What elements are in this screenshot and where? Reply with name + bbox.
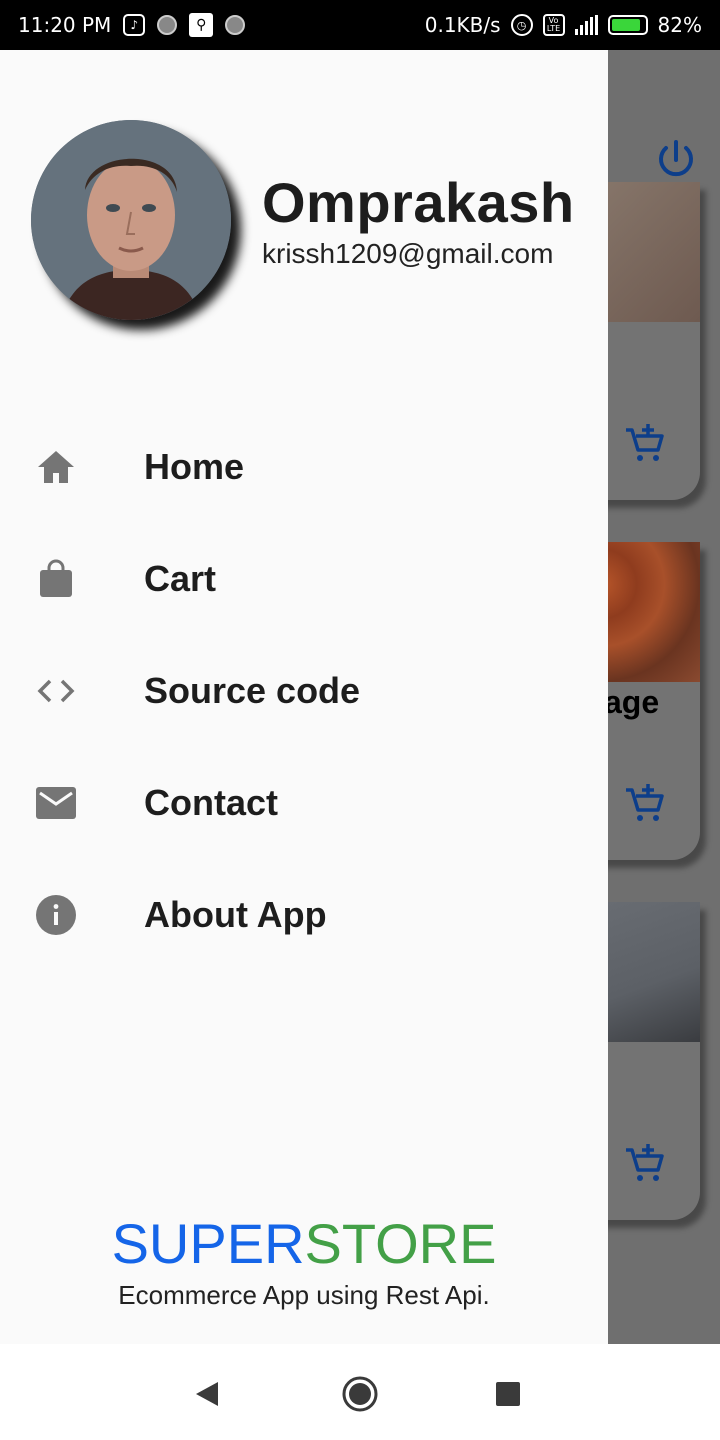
status-time: 11:20 PM — [18, 13, 112, 37]
volte-icon: Vo LTE — [542, 14, 565, 36]
network-speed: 0.1KB/s — [424, 13, 501, 37]
add-to-cart-icon[interactable] — [624, 1142, 666, 1184]
brand-logo: SUPERSTORE — [0, 1212, 608, 1276]
brand-part-2: STORE — [304, 1212, 497, 1275]
menu-item-label: Home — [144, 446, 245, 487]
user-name: Omprakash — [262, 171, 575, 234]
notification-dot-icon — [157, 15, 178, 35]
menu-item-home[interactable]: Home — [0, 417, 608, 517]
code-icon — [37, 679, 75, 703]
power-icon[interactable] — [654, 138, 698, 182]
back-button[interactable] — [188, 1374, 228, 1414]
product-title-fragment: age — [604, 684, 660, 720]
notification-dot-icon — [225, 15, 246, 35]
system-navigation-bar — [0, 1344, 720, 1440]
info-icon — [36, 895, 76, 935]
mail-icon — [36, 787, 76, 819]
avatar — [31, 120, 231, 320]
alarm-icon: ◷ — [510, 14, 533, 36]
menu-item-label: About App — [144, 894, 327, 935]
profile-photo — [31, 120, 231, 320]
battery-percent: 82% — [657, 13, 702, 37]
usb-icon: ⚲ — [189, 13, 214, 37]
status-bar: 11:20 PM ♪ ⚲ 0.1KB/s ◷ Vo LTE 82% — [0, 0, 720, 50]
recents-button[interactable] — [488, 1374, 528, 1414]
menu-item-source-code[interactable]: Source code — [0, 641, 608, 741]
brand-tagline: Ecommerce App using Rest Api. — [118, 1280, 490, 1310]
menu-item-cart[interactable]: Cart — [0, 529, 608, 629]
user-email: krissh1209@gmail.com — [262, 238, 554, 269]
menu-item-label: Source code — [144, 670, 361, 711]
navigation-drawer: Omprakash krissh1209@gmail.com Home Cart… — [0, 50, 608, 1344]
menu-item-label: Cart — [144, 558, 217, 599]
app-notification-icon: ♪ — [123, 14, 146, 36]
add-to-cart-icon[interactable] — [624, 782, 666, 824]
menu-item-label: Contact — [144, 782, 278, 823]
brand-part-1: SUPER — [111, 1212, 305, 1275]
home-icon — [38, 451, 74, 483]
add-to-cart-icon[interactable] — [624, 422, 666, 464]
menu-item-about-app[interactable]: About App — [0, 865, 608, 965]
battery-icon — [607, 15, 648, 35]
signal-icon — [574, 15, 598, 35]
home-button[interactable] — [340, 1374, 380, 1414]
shopping-bag-icon — [40, 559, 72, 597]
menu-item-contact[interactable]: Contact — [0, 753, 608, 853]
